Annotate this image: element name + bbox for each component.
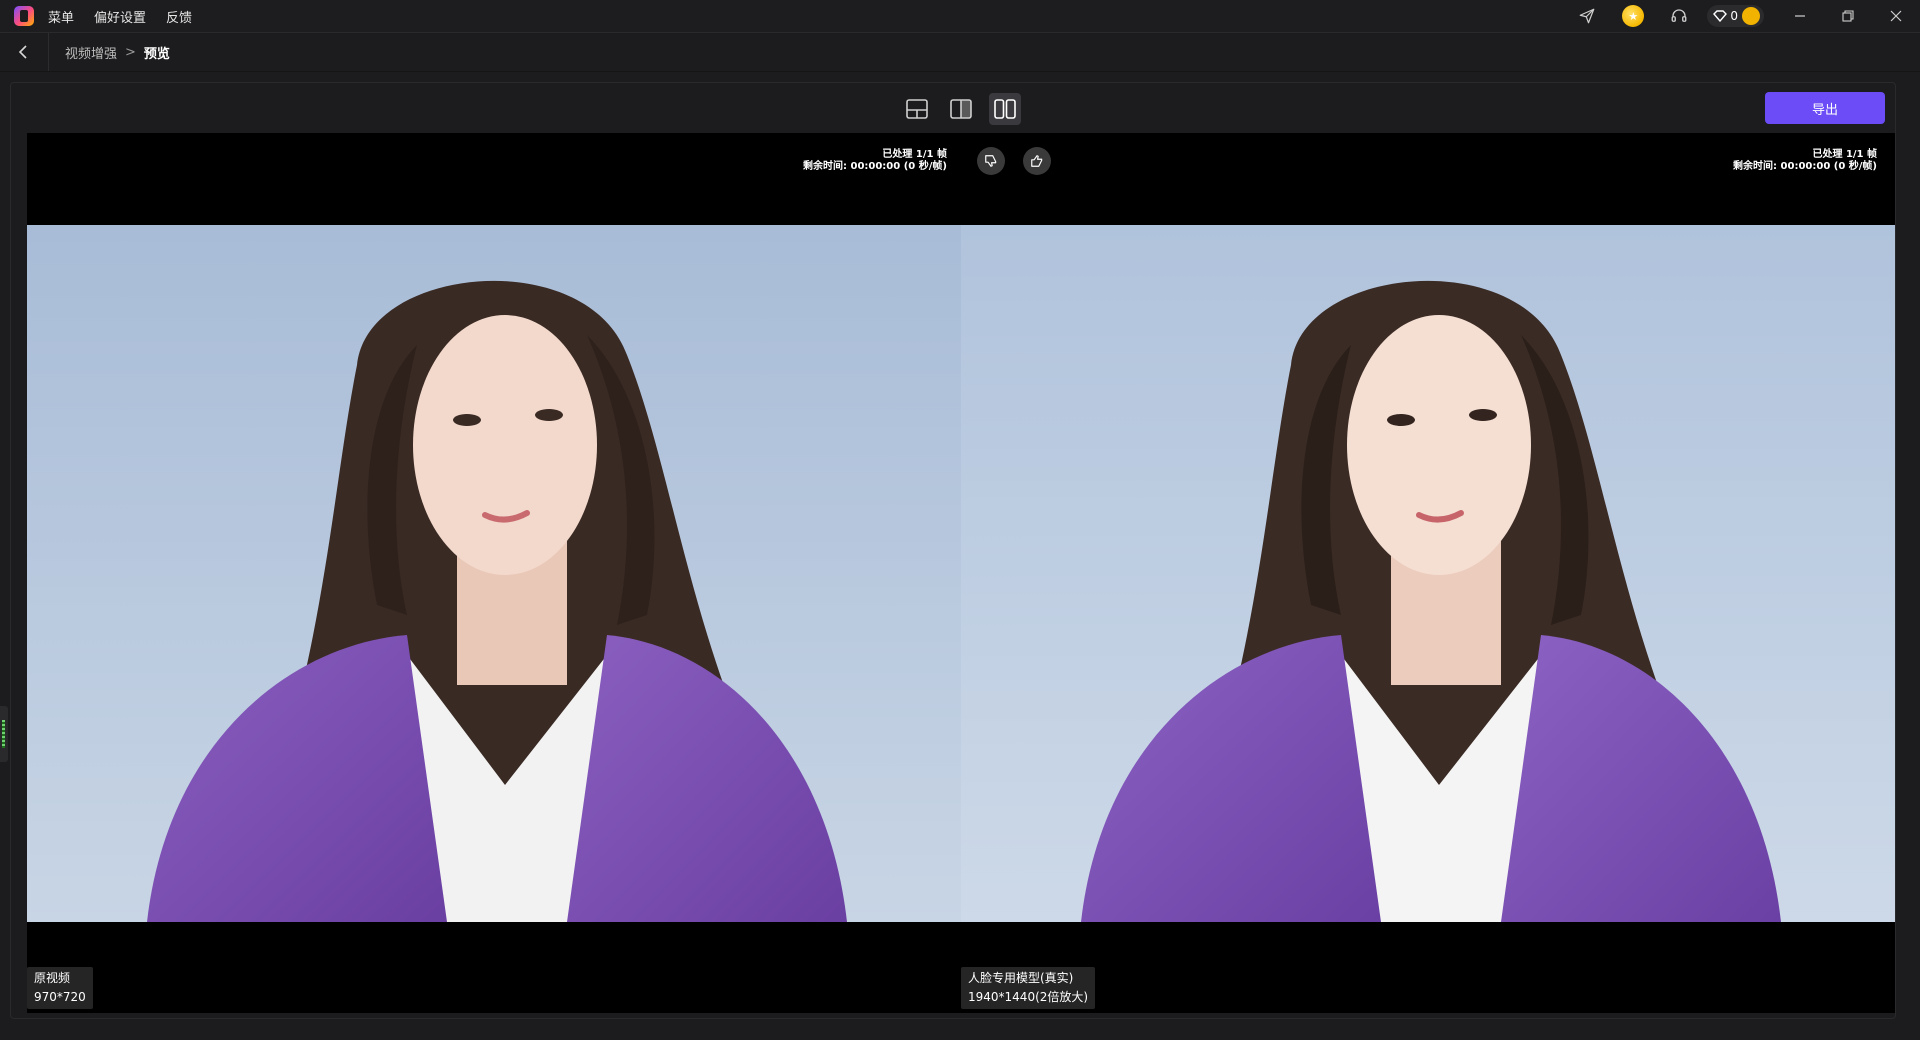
breadcrumb-separator: > — [125, 44, 136, 60]
headset-icon[interactable] — [1663, 0, 1695, 32]
left-processed-frames: 已处理 1/1 帧 — [882, 149, 947, 160]
minimize-icon — [1795, 15, 1805, 17]
chevron-left-icon — [18, 45, 27, 59]
coin-icon: ★ — [1622, 5, 1645, 27]
title-bar: 菜单 偏好设置 反馈 ★ 0 — [0, 0, 1920, 33]
menu-preferences[interactable]: 偏好设置 — [94, 7, 146, 26]
dislike-button[interactable] — [977, 147, 1005, 175]
side-panel-handle[interactable] — [0, 706, 8, 762]
restore-icon — [1842, 10, 1854, 22]
menu-feedback[interactable]: 反馈 — [166, 7, 192, 26]
split-vertical-icon — [950, 99, 972, 119]
side-by-side-icon — [994, 99, 1016, 119]
right-remaining-time: 剩余时间: 00:00:00 (0 秒/帧) — [1733, 161, 1877, 172]
portrait-image-enhanced — [961, 225, 1895, 922]
view-side-by-side-button[interactable] — [989, 93, 1021, 125]
breadcrumb-bar: 视频增强 > 预览 — [0, 33, 1920, 72]
app-logo-icon — [14, 6, 34, 26]
breadcrumb-parent[interactable]: 视频增强 — [65, 43, 117, 62]
close-button[interactable] — [1872, 0, 1920, 32]
coin-button[interactable]: ★ — [1617, 0, 1649, 32]
minimize-button[interactable] — [1776, 0, 1824, 32]
breadcrumb: 视频增强 > 预览 — [49, 43, 170, 62]
enhanced-resolution: 1940*1440(2倍放大) — [968, 990, 1089, 1004]
enhanced-model-label: 人脸专用模型(真实) — [968, 971, 1074, 985]
preview-stage: 已处理 1/1 帧 剩余时间: 00:00:00 (0 秒/帧) 已处理 1/1… — [27, 133, 1895, 1013]
export-button[interactable]: 导出 — [1765, 92, 1885, 124]
right-processed-frames: 已处理 1/1 帧 — [1812, 149, 1877, 160]
left-remaining-time: 剩余时间: 00:00:00 (0 秒/帧) — [803, 161, 947, 172]
vip-status[interactable]: 0 — [1707, 5, 1764, 27]
view-mode-toggle — [901, 93, 1021, 125]
vip-count: 0 — [1730, 9, 1738, 23]
send-icon[interactable] — [1571, 0, 1603, 32]
breadcrumb-current: 预览 — [143, 46, 170, 62]
restore-button[interactable] — [1824, 0, 1872, 32]
view-split-horizontal-button[interactable] — [901, 93, 933, 125]
back-button[interactable] — [0, 33, 49, 71]
split-horizontal-icon — [906, 99, 928, 119]
original-resolution: 970*720 — [34, 990, 86, 1004]
thumbs-up-icon — [1031, 155, 1043, 167]
right-processing-status: 已处理 1/1 帧 剩余时间: 00:00:00 (0 秒/帧) — [1733, 149, 1877, 173]
menu-main[interactable]: 菜单 — [48, 7, 74, 26]
vip-badge-icon — [1742, 7, 1760, 25]
original-video-frame[interactable] — [27, 225, 961, 922]
titlebar-actions: ★ 0 — [1557, 0, 1920, 32]
enhanced-caption: 人脸专用模型(真实) 1940*1440(2倍放大) — [961, 967, 1096, 1009]
diamond-icon — [1713, 10, 1728, 22]
enhanced-video-frame[interactable] — [961, 225, 1895, 922]
view-split-vertical-button[interactable] — [945, 93, 977, 125]
left-processing-status: 已处理 1/1 帧 剩余时间: 00:00:00 (0 秒/帧) — [803, 149, 947, 173]
close-icon — [1890, 10, 1902, 22]
preview-panel: 导出 已处理 1/1 帧 剩余时间: 00:00:00 (0 秒/帧) 已处理 … — [10, 82, 1896, 1019]
like-button[interactable] — [1023, 147, 1051, 175]
original-label: 原视频 — [34, 971, 71, 985]
zoom-control — [1893, 501, 1895, 641]
original-caption: 原视频 970*720 — [27, 967, 93, 1009]
thumbs-down-icon — [985, 155, 997, 167]
portrait-image — [27, 225, 961, 922]
